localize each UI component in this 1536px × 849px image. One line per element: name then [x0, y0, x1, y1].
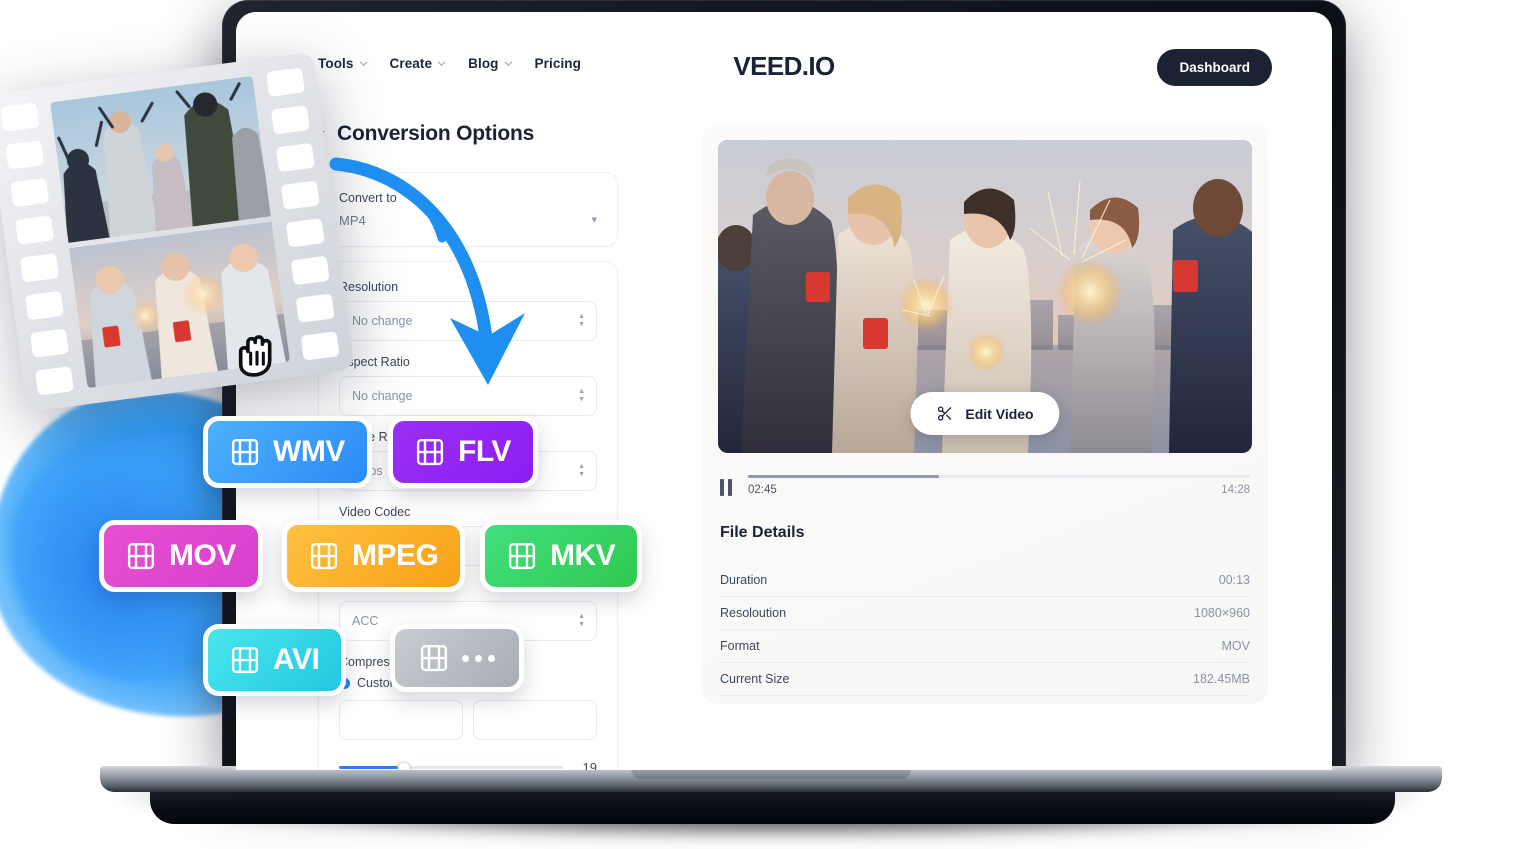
blue-curved-arrow-annotation	[329, 157, 525, 385]
format-badge-mpeg[interactable]: MPEG	[282, 520, 466, 592]
screenshot-stage: Tools Create Blog Pricing VEED.IO Dashbo…	[0, 0, 1536, 849]
edit-video-label: Edit Video	[965, 405, 1034, 422]
table-row: Resoloution 1080×960	[720, 597, 1250, 630]
filmstrip-photo-top-image	[50, 75, 271, 243]
format-badge-wmv[interactable]: WMV	[203, 416, 372, 488]
pause-icon[interactable]	[720, 479, 732, 496]
nav-item-label: Pricing	[534, 56, 581, 71]
chevron-down-icon[interactable]: ▾	[591, 213, 597, 226]
film-icon	[127, 542, 155, 570]
format-badge-label: MKV	[550, 539, 616, 572]
compression-input-b[interactable]	[473, 700, 597, 740]
audio-codec-value: ACC	[352, 614, 379, 628]
stepper-icon[interactable]: ▲▼	[578, 313, 585, 328]
quality-slider-handle[interactable]	[397, 761, 411, 770]
filmstrip-decoration	[0, 51, 355, 413]
quality-slider[interactable]	[339, 761, 563, 770]
veed-logo[interactable]: VEED.IO	[733, 51, 835, 82]
detail-key: Duration	[720, 573, 768, 587]
chevron-down-icon	[437, 61, 446, 66]
detail-value: 182.45MB	[1193, 672, 1250, 686]
video-player-controls: 02:45 14:28	[720, 475, 1250, 496]
detail-value: 00:13	[1218, 573, 1250, 587]
time-row: 02:45 14:28	[748, 484, 1250, 496]
main-navigation: Tools Create Blog Pricing	[318, 56, 581, 71]
nav-item-tools[interactable]: Tools	[318, 56, 368, 71]
stepper-icon[interactable]: ▲▼	[578, 388, 585, 403]
format-badge-label: MPEG	[352, 539, 439, 572]
nav-item-create[interactable]: Create	[390, 56, 447, 71]
film-icon	[416, 438, 444, 466]
film-icon	[420, 644, 448, 672]
scissors-icon	[937, 406, 952, 421]
film-icon	[231, 438, 259, 466]
page-title: Conversion Options	[337, 122, 535, 145]
stepper-icon[interactable]: ▲▼	[578, 463, 585, 478]
detail-value: 1080×960	[1194, 606, 1250, 620]
format-badge-label: AVI	[273, 643, 320, 676]
current-time: 02:45	[748, 484, 777, 496]
video-codec-label: Video Codec	[339, 505, 411, 519]
nav-item-blog[interactable]: Blog	[468, 56, 512, 71]
compression-inputs	[339, 700, 597, 740]
chevron-down-icon	[504, 61, 512, 66]
table-row: Current Size 182.45MB	[720, 663, 1250, 696]
format-badge-more[interactable]	[390, 624, 524, 692]
nav-item-label: Create	[389, 56, 433, 71]
chevron-down-icon	[359, 61, 367, 66]
more-formats-ellipsis-icon	[462, 654, 495, 662]
format-badge-label: WMV	[273, 435, 345, 468]
quality-slider-value: 19	[582, 760, 597, 770]
progress-track[interactable]	[748, 475, 1250, 478]
format-badge-label: FLV	[458, 435, 511, 468]
file-details-title: File Details	[720, 524, 805, 541]
filmstrip-photo-top	[50, 75, 271, 243]
format-badge-mov[interactable]: MOV	[99, 520, 263, 592]
edit-video-button[interactable]: Edit Video	[910, 392, 1060, 435]
laptop-base-underside	[150, 790, 1395, 824]
detail-key: Resoloution	[720, 606, 787, 620]
grab-hand-cursor-icon	[238, 335, 272, 377]
progress-fill	[748, 475, 939, 478]
table-row: Format MOV	[720, 630, 1250, 663]
film-icon	[508, 542, 536, 570]
format-badge-label: MOV	[169, 539, 236, 572]
format-badge-flv[interactable]: FLV	[388, 416, 538, 488]
format-badge-mkv[interactable]: MKV	[480, 520, 643, 592]
playback-progress[interactable]: 02:45 14:28	[748, 475, 1250, 496]
detail-key: Format	[720, 639, 760, 653]
total-time: 14:28	[1221, 484, 1250, 496]
page-header: ‹ Conversion Options	[318, 122, 534, 146]
nav-item-pricing[interactable]: Pricing	[535, 56, 581, 71]
detail-key: Current Size	[720, 672, 790, 686]
nav-item-label: Tools	[318, 56, 354, 71]
detail-value: MOV	[1221, 639, 1250, 653]
quality-slider-group: 19 Smaller File Normal High Quality	[339, 756, 597, 770]
quality-slider-fill	[339, 766, 404, 769]
site-header: Tools Create Blog Pricing VEED.IO Dashbo…	[236, 12, 1332, 108]
table-row: Duration 00:13	[720, 564, 1250, 597]
file-details-section: File Details Duration 00:13 Resoloution …	[720, 524, 1250, 696]
format-badge-avi[interactable]: AVI	[203, 624, 347, 696]
stepper-icon[interactable]: ▲▼	[578, 613, 585, 628]
film-icon	[231, 646, 259, 674]
dashboard-button[interactable]: Dashboard	[1157, 49, 1272, 86]
compression-input-a[interactable]	[339, 700, 463, 740]
film-icon	[310, 542, 338, 570]
video-preview[interactable]: Edit Video	[718, 140, 1252, 453]
nav-item-label: Blog	[468, 56, 499, 71]
preview-panel: Edit Video 02:45 14:28 File Details Dura…	[702, 124, 1268, 704]
